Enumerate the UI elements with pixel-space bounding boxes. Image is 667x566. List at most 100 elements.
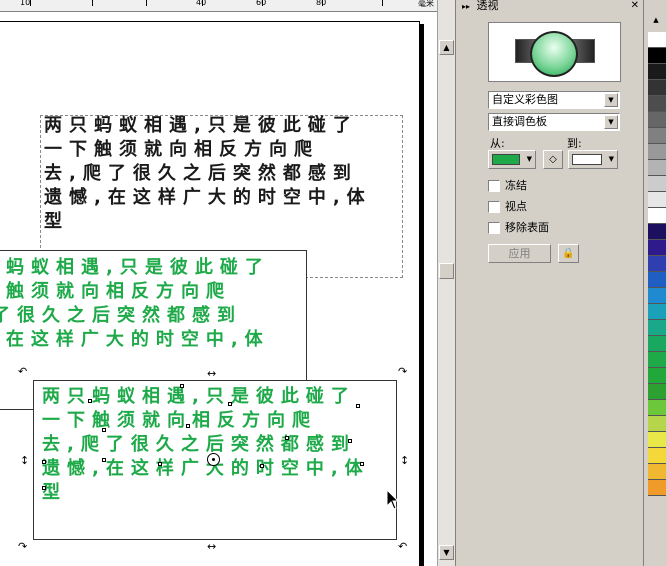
palette-swatch[interactable] bbox=[648, 144, 666, 160]
ruler-tick-label: 80 bbox=[316, 0, 327, 7]
chevron-down-icon[interactable]: ▼ bbox=[604, 93, 618, 107]
palette-swatch[interactable] bbox=[648, 80, 666, 96]
from-color-picker[interactable]: ▼ bbox=[488, 150, 536, 169]
palette-swatch[interactable] bbox=[648, 96, 666, 112]
palette-swatch[interactable] bbox=[648, 384, 666, 400]
chevron-down-icon[interactable]: ▼ bbox=[604, 115, 618, 129]
palette-swatch[interactable] bbox=[648, 480, 666, 496]
vertical-scrollbar[interactable]: ▲ ▼ bbox=[437, 0, 455, 566]
page-shadow bbox=[420, 24, 424, 566]
skew-handle-icon[interactable]: ↕ bbox=[20, 455, 29, 466]
text-node[interactable] bbox=[180, 384, 184, 388]
rotation-center-icon[interactable] bbox=[207, 453, 220, 466]
from-label: 从: bbox=[490, 137, 505, 150]
palette-swatch[interactable] bbox=[648, 432, 666, 448]
palette-scroll-up-icon[interactable]: ▲ bbox=[647, 14, 665, 26]
checkbox-box[interactable] bbox=[488, 222, 500, 234]
scroll-thumb[interactable] bbox=[439, 263, 454, 279]
palette-swatch[interactable] bbox=[648, 64, 666, 80]
preview-sphere bbox=[530, 31, 578, 77]
lens-docker: ▸▸ 透视 ✕ 自定义彩色图 ▼ 直接调色板 ▼ 从: 到: ▼ ◇ ▼ 冻结 … bbox=[455, 0, 643, 566]
palette-swatch[interactable] bbox=[648, 224, 666, 240]
freeze-checkbox[interactable]: 冻结 bbox=[488, 179, 527, 193]
palette-swatches bbox=[648, 32, 666, 496]
text-node[interactable] bbox=[348, 439, 352, 443]
lock-icon[interactable]: 🔒 bbox=[558, 244, 579, 263]
scroll-up-button[interactable]: ▲ bbox=[439, 40, 454, 55]
text-node[interactable] bbox=[356, 404, 360, 408]
horizontal-ruler[interactable]: 10 40 60 80 毫米 bbox=[0, 0, 437, 12]
palette-swatch[interactable] bbox=[648, 160, 666, 176]
rotate-handle-icon[interactable]: ↶ bbox=[18, 366, 27, 377]
palette-swatch[interactable] bbox=[648, 128, 666, 144]
palette-swatch[interactable] bbox=[648, 464, 666, 480]
close-icon[interactable]: ✕ bbox=[631, 0, 639, 12]
checkbox-box[interactable] bbox=[488, 180, 500, 192]
text-node[interactable] bbox=[42, 486, 46, 490]
palette-swatch[interactable] bbox=[648, 256, 666, 272]
remove-face-label: 移除表面 bbox=[505, 221, 549, 234]
palette-swatch[interactable] bbox=[648, 192, 666, 208]
ruler-tick bbox=[382, 0, 383, 6]
palette-swatch[interactable] bbox=[648, 352, 666, 368]
text-node[interactable] bbox=[186, 424, 190, 428]
rotate-handle-icon[interactable]: ↷ bbox=[398, 366, 407, 377]
selected-text-block[interactable]: 两只蚂蚁相遇,只是彼此碰了 一下触须就向相反方向爬 去,爬了很久之后突然都感到 … bbox=[42, 385, 370, 505]
palette-swatch[interactable] bbox=[648, 336, 666, 352]
blend-direction-button[interactable]: ◇ bbox=[543, 150, 563, 169]
apply-button[interactable]: 应用 bbox=[488, 244, 551, 263]
palette-swatch[interactable] bbox=[648, 48, 666, 64]
docker-title-bar[interactable]: ▸▸ 透视 bbox=[456, 0, 644, 12]
skew-handle-icon[interactable]: ↔ bbox=[207, 368, 216, 379]
text-node[interactable] bbox=[260, 464, 264, 468]
palette-swatch[interactable] bbox=[648, 368, 666, 384]
palette-swatch[interactable] bbox=[648, 320, 666, 336]
blend-type-dropdown[interactable]: 直接调色板 ▼ bbox=[488, 113, 620, 131]
docker-title: 透视 bbox=[476, 0, 499, 12]
palette-swatch[interactable] bbox=[648, 176, 666, 192]
rotate-handle-icon[interactable]: ↶ bbox=[398, 541, 407, 552]
skew-handle-icon[interactable]: ↕ bbox=[400, 455, 409, 466]
text-node[interactable] bbox=[42, 460, 46, 464]
palette-swatch[interactable] bbox=[648, 240, 666, 256]
text-node[interactable] bbox=[102, 458, 106, 462]
palette-swatch[interactable] bbox=[648, 288, 666, 304]
rotate-handle-icon[interactable]: ↷ bbox=[18, 541, 27, 552]
remove-face-checkbox[interactable]: 移除表面 bbox=[488, 221, 549, 235]
skew-handle-icon[interactable]: ↔ bbox=[207, 541, 216, 552]
text-line: 两只蚂蚁相遇,只是彼此碰了 bbox=[42, 386, 356, 407]
viewpoint-checkbox[interactable]: 视点 bbox=[488, 200, 527, 214]
text-node[interactable] bbox=[228, 402, 232, 406]
lens-preview bbox=[488, 22, 621, 82]
palette-swatch[interactable] bbox=[648, 272, 666, 288]
text-node[interactable] bbox=[102, 428, 106, 432]
drawing-canvas[interactable]: 10 40 60 80 毫米 两只蚂蚁相遇,只是彼此碰了 一下触须就向相反方向爬… bbox=[0, 0, 437, 566]
scroll-down-button[interactable]: ▼ bbox=[439, 545, 454, 560]
text-node[interactable] bbox=[285, 436, 289, 440]
text-line: ,在这样广大的时空中,体 bbox=[0, 329, 270, 350]
checkbox-box[interactable] bbox=[488, 201, 500, 213]
text-node[interactable] bbox=[360, 462, 364, 466]
text-node[interactable] bbox=[158, 462, 162, 466]
to-color-picker[interactable]: ▼ bbox=[568, 150, 618, 169]
expand-arrows-icon[interactable]: ▸▸ bbox=[462, 2, 470, 11]
blend-type-value: 直接调色板 bbox=[492, 115, 547, 128]
original-text-block[interactable]: 两只蚂蚁相遇,只是彼此碰了 一下触须就向相反方向爬 去,爬了很久之后突然都感到 … bbox=[44, 114, 372, 234]
to-label: 到: bbox=[567, 137, 582, 150]
text-line: 了很久之后突然都感到 bbox=[0, 305, 242, 326]
green-text-block[interactable]: 蚂蚁相遇,只是彼此碰了 触须就向相反方向爬 了很久之后突然都感到 ,在这样广大的… bbox=[0, 256, 270, 352]
palette-swatch[interactable] bbox=[648, 448, 666, 464]
text-line: 一下触须就向相反方向爬 bbox=[44, 139, 319, 160]
ruler-unit-label: 毫米 bbox=[418, 0, 434, 8]
palette-type-value: 自定义彩色图 bbox=[492, 93, 558, 106]
palette-type-dropdown[interactable]: 自定义彩色图 ▼ bbox=[488, 91, 620, 109]
palette-swatch[interactable] bbox=[648, 304, 666, 320]
palette-swatch[interactable] bbox=[648, 32, 666, 48]
color-palette: ▲ bbox=[643, 0, 667, 566]
palette-swatch[interactable] bbox=[648, 208, 666, 224]
ruler-tick bbox=[92, 0, 93, 6]
palette-swatch[interactable] bbox=[648, 400, 666, 416]
palette-swatch[interactable] bbox=[648, 112, 666, 128]
text-node[interactable] bbox=[88, 399, 92, 403]
palette-swatch[interactable] bbox=[648, 416, 666, 432]
